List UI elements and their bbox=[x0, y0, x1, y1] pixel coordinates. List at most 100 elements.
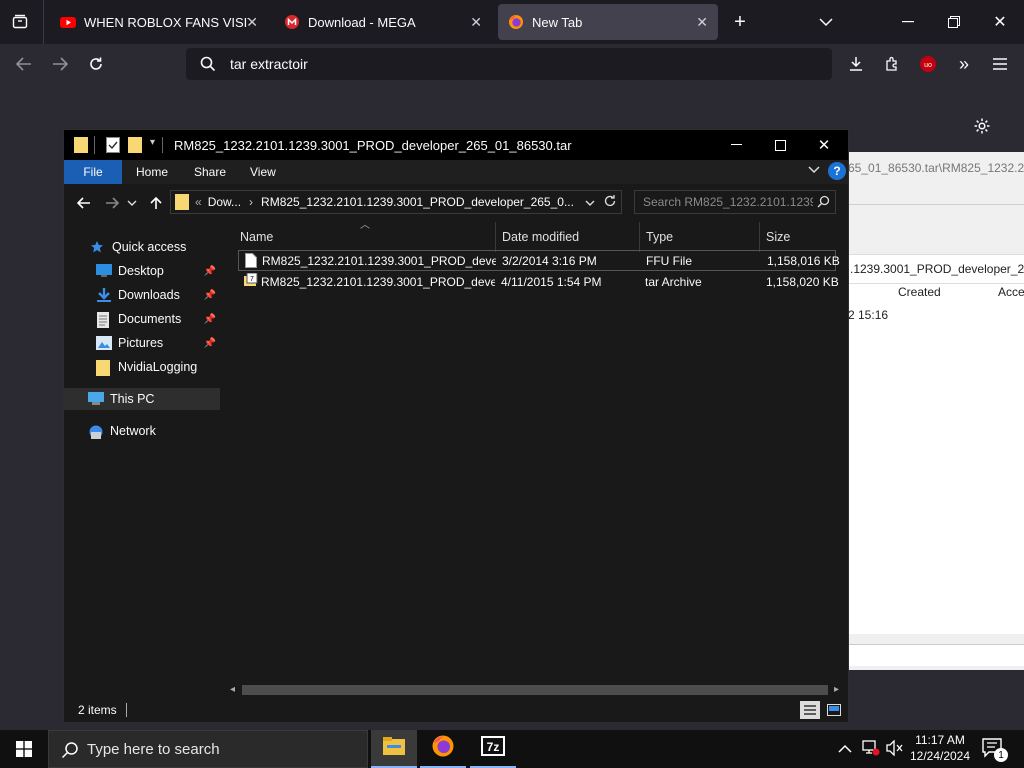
overflow-menu-icon[interactable]: » bbox=[948, 48, 980, 80]
tab-label: File bbox=[83, 165, 103, 179]
taskbar-clock[interactable]: 11:17 AM 12/24/2024 bbox=[908, 732, 972, 764]
chevron-right-icon[interactable]: ▸ bbox=[834, 684, 839, 695]
gear-icon[interactable] bbox=[966, 110, 998, 142]
column-header-accessed[interactable]: Acce bbox=[998, 285, 1024, 299]
column-header-name[interactable]: Name bbox=[222, 222, 496, 252]
refresh-icon[interactable] bbox=[603, 194, 617, 211]
chevron-down-icon[interactable] bbox=[585, 196, 595, 210]
network-status-icon[interactable] bbox=[862, 740, 880, 761]
chevron-down-icon[interactable] bbox=[810, 6, 842, 38]
forward-icon[interactable] bbox=[44, 48, 76, 80]
nav-item-this-pc[interactable]: This PC bbox=[64, 388, 220, 410]
column-label: Size bbox=[766, 230, 791, 244]
archive-icon: 7 bbox=[244, 273, 258, 290]
nav-item-quick-access[interactable]: Quick access bbox=[64, 236, 220, 258]
column-header-type[interactable]: Type bbox=[640, 222, 760, 252]
breadcrumb-archive[interactable]: RM825_1232.2101.1239.3001_PROD_developer… bbox=[261, 195, 574, 209]
tab-home[interactable]: Home bbox=[122, 160, 182, 184]
customize-toolbar-icon[interactable]: ▾ bbox=[150, 137, 155, 148]
up-icon[interactable] bbox=[142, 187, 170, 219]
windows-start-icon[interactable] bbox=[8, 733, 40, 765]
volume-muted-icon[interactable] bbox=[886, 739, 904, 761]
file-date: 4/11/2015 1:54 PM bbox=[501, 274, 602, 289]
breadcrumb-downloads[interactable]: Dow... bbox=[208, 195, 241, 209]
address-row: « Dow... › RM825_1232.2101.1239.3001_PRO… bbox=[64, 184, 848, 222]
close-window-button[interactable]: ✕ bbox=[984, 6, 1016, 38]
pin-icon[interactable]: 📌 bbox=[204, 266, 216, 277]
breadcrumb-overflow[interactable]: « bbox=[195, 195, 202, 209]
taskbar-7zip[interactable]: 7z bbox=[470, 730, 516, 768]
close-icon[interactable]: ✕ bbox=[696, 14, 708, 31]
taskbar-firefox[interactable] bbox=[420, 730, 466, 768]
taskbar-file-explorer[interactable] bbox=[371, 730, 417, 768]
restore-button[interactable] bbox=[938, 6, 970, 38]
nav-item-network[interactable]: Network bbox=[64, 420, 220, 442]
background-archive-window: 65_01_86530.tar\RM825_1232.210 .1239.300… bbox=[848, 152, 1024, 670]
table-row[interactable]: RM825_1232.2101.1239.3001_PROD_devel... … bbox=[238, 250, 840, 271]
recent-locations-icon[interactable] bbox=[122, 187, 142, 219]
divider bbox=[162, 137, 163, 153]
chevron-left-icon[interactable]: ◂ bbox=[230, 684, 235, 695]
tab-share[interactable]: Share bbox=[180, 160, 240, 184]
computer-icon bbox=[88, 392, 104, 406]
properties-icon[interactable] bbox=[106, 137, 120, 156]
tab-file[interactable]: File bbox=[64, 160, 122, 184]
close-icon[interactable]: ✕ bbox=[246, 14, 258, 31]
help-icon[interactable]: ? bbox=[828, 162, 846, 180]
new-folder-icon[interactable] bbox=[128, 137, 142, 156]
minimize-button[interactable] bbox=[720, 130, 752, 160]
download-icon[interactable] bbox=[840, 48, 872, 80]
file-explorer-icon bbox=[383, 736, 405, 760]
tab-youtube[interactable]: WHEN ROBLOX FANS VISIT THE ✕ bbox=[50, 4, 268, 40]
horizontal-scrollbar[interactable]: ◂ ▸ bbox=[226, 682, 848, 698]
address-bar[interactable]: « Dow... › RM825_1232.2101.1239.3001_PRO… bbox=[170, 190, 622, 214]
column-header-created[interactable]: Created bbox=[898, 285, 941, 299]
pin-icon[interactable]: 📌 bbox=[204, 338, 216, 349]
archive-list: Created Acce 2 15:16 bbox=[848, 284, 1024, 634]
pin-icon[interactable]: 📌 bbox=[204, 290, 216, 301]
ublock-icon[interactable]: uo bbox=[912, 48, 944, 80]
tab-mega[interactable]: Download - MEGA ✕ bbox=[274, 4, 492, 40]
tab-label: Home bbox=[136, 165, 169, 179]
new-tab-button[interactable]: + bbox=[724, 6, 756, 38]
tab-list-icon[interactable] bbox=[4, 6, 36, 38]
folder-icon bbox=[74, 137, 88, 156]
svg-text:7: 7 bbox=[250, 276, 254, 283]
chevron-up-icon[interactable] bbox=[838, 741, 852, 759]
column-header-size[interactable]: Size bbox=[760, 222, 842, 252]
details-view-icon[interactable] bbox=[800, 701, 820, 719]
taskbar-search-box[interactable]: Type here to search bbox=[48, 730, 368, 768]
file-list: ︿ Name Date modified Type Size RM825_123… bbox=[222, 220, 842, 682]
svg-text:7z: 7z bbox=[487, 740, 500, 754]
archive-path-row: .1239.3001_PROD_developer_265_ bbox=[848, 254, 1024, 284]
url-bar[interactable]: tar extractoir bbox=[186, 48, 832, 80]
search-icon bbox=[61, 741, 79, 763]
maximize-button[interactable] bbox=[764, 130, 796, 160]
tab-view[interactable]: View bbox=[236, 160, 290, 184]
close-icon[interactable]: ✕ bbox=[470, 14, 482, 31]
scrollbar-thumb[interactable] bbox=[242, 685, 828, 695]
nav-item-documents[interactable]: Documents 📌 bbox=[64, 308, 220, 330]
reload-icon[interactable] bbox=[80, 48, 112, 80]
file-icon bbox=[245, 253, 257, 271]
youtube-icon bbox=[60, 14, 76, 30]
pin-icon[interactable]: 📌 bbox=[204, 314, 216, 325]
search-input[interactable]: Search RM825_1232.2101.1239.... bbox=[634, 190, 836, 214]
chevron-down-icon[interactable] bbox=[808, 164, 820, 178]
table-row[interactable]: 7 RM825_1232.2101.1239.3001_PROD_devel..… bbox=[238, 271, 839, 292]
nav-item-desktop[interactable]: Desktop 📌 bbox=[64, 260, 220, 282]
large-icons-view-icon[interactable] bbox=[824, 701, 844, 719]
minimize-button[interactable] bbox=[892, 6, 924, 38]
back-icon[interactable] bbox=[8, 48, 40, 80]
nav-item-downloads[interactable]: Downloads 📌 bbox=[64, 284, 220, 306]
firefox-icon bbox=[508, 14, 524, 30]
close-window-button[interactable]: ✕ bbox=[808, 130, 840, 160]
hamburger-menu-icon[interactable] bbox=[984, 48, 1016, 80]
tab-new-tab[interactable]: New Tab ✕ bbox=[498, 4, 718, 40]
svg-text:uo: uo bbox=[924, 62, 932, 69]
navigation-pane: Quick access Desktop 📌 Downloads 📌 Docum… bbox=[64, 222, 220, 696]
column-header-date[interactable]: Date modified bbox=[496, 222, 640, 252]
nav-item-pictures[interactable]: Pictures 📌 bbox=[64, 332, 220, 354]
nav-item-nvidialogging[interactable]: NvidiaLogging bbox=[64, 356, 220, 378]
extensions-icon[interactable] bbox=[876, 48, 908, 80]
